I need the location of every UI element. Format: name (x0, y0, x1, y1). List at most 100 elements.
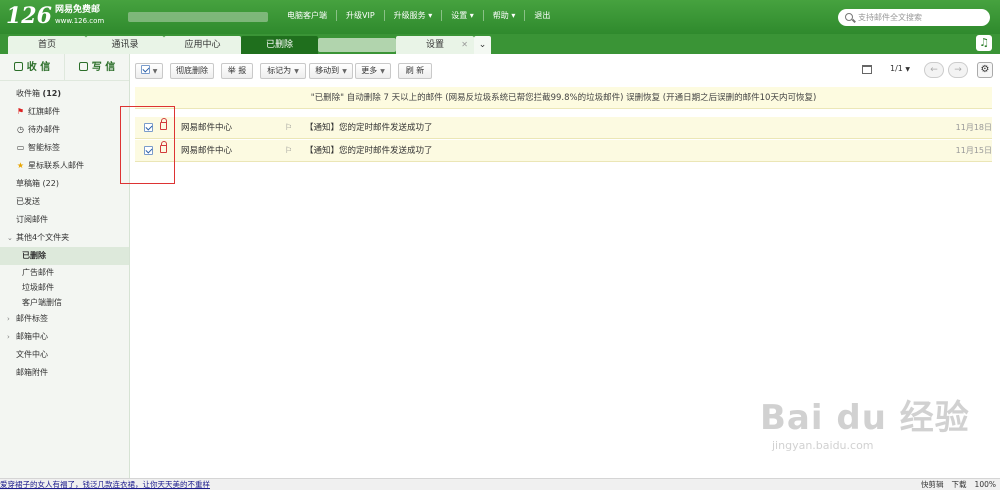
tab-bar: 首页 通讯录 应用中心 已删除 设置 ✕ ⌄ (0, 34, 1000, 54)
flag-icon[interactable]: ⚐ (285, 117, 293, 139)
prev-page-button[interactable]: ← (924, 62, 944, 78)
chevron-down-icon: ⌄ (7, 234, 13, 242)
music-icon[interactable]: ♫ (976, 35, 992, 51)
tag-icon: ▭ (16, 143, 25, 152)
sidebar-item-ads[interactable]: 广告邮件 (0, 265, 129, 280)
lock-icon (160, 118, 167, 130)
top-bar: 126 网易免费邮 www.126.com 电脑客户端 升级VIP 升级服务 ▾… (0, 0, 1000, 34)
write-icon (78, 62, 88, 71)
sidebar: 收 信 写 信 收件箱 (12) ⚑ 红旗邮件 ◷ 待办邮件 ▭ 智能标签 ★ 星标联系… (0, 54, 130, 478)
page-indicator[interactable]: 1/1 ▼ (890, 64, 910, 73)
watermark: Bai du 经验 jingyan.baidu.com (760, 390, 970, 452)
sidebar-item-file-center[interactable]: 文件中心 (0, 346, 129, 364)
logo-number: 126 (6, 3, 52, 29)
logo-name: 网易免费邮 (54, 5, 100, 15)
close-icon[interactable]: ✕ (461, 36, 468, 54)
status-bar: 爱穿裙子的女人有福了，钱泛几款连衣裙，让你天天美的不重样 快剪辑 下载 100% (0, 478, 1000, 490)
nav-upgrade-vip[interactable]: 升级VIP (337, 10, 385, 21)
chevron-down-icon: ▼ (152, 68, 158, 75)
compose-bar: 收 信 写 信 (0, 54, 129, 81)
sidebar-item-subscriptions[interactable]: 订阅邮件 (0, 211, 129, 229)
tab-app-center[interactable]: 应用中心 (164, 36, 241, 54)
blurred-tab (318, 38, 396, 52)
sidebar-item-other-folders[interactable]: ⌄ 其他4个文件夹 (0, 229, 129, 247)
sidebar-item-mail-labels[interactable]: › 邮件标签 (0, 310, 129, 328)
sidebar-item-attachments[interactable]: 邮箱附件 (0, 364, 129, 382)
sidebar-item-todo[interactable]: ◷ 待办邮件 (0, 121, 129, 139)
nav-logout[interactable]: 退出 (525, 10, 559, 21)
chevron-down-icon: ▼ (342, 68, 347, 75)
write-button[interactable]: 写 信 (65, 54, 129, 80)
chevron-down-icon: ▼ (905, 66, 911, 73)
mail-date: 11月15日 (955, 146, 992, 155)
logo-url: www.126.com (54, 17, 105, 25)
move-to-button[interactable]: 移动到 ▼ (309, 63, 353, 79)
chevron-right-icon: › (7, 333, 10, 341)
watermark-url: jingyan.baidu.com (772, 439, 874, 452)
tab-home[interactable]: 首页 (8, 36, 86, 54)
sidebar-item-client-deleted[interactable]: 客户端删信 (0, 295, 129, 310)
lock-icon (160, 141, 167, 153)
star-icon: ★ (16, 161, 25, 170)
flag-icon[interactable]: ⚐ (285, 140, 293, 162)
sidebar-item-red-flag[interactable]: ⚑ 红旗邮件 (0, 103, 129, 121)
chevron-down-icon: ⌄ (478, 40, 487, 50)
search-placeholder: 支持邮件全文搜索 (858, 13, 922, 22)
mark-as-button[interactable]: 标记为 ▼ (260, 63, 306, 79)
deleted-folder-notice: "已删除" 自动删除 7 天以上的邮件 (网易反垃圾系统已帮您拦截99.8%的垃… (135, 87, 992, 109)
sidebar-item-mailbox-center[interactable]: › 邮箱中心 (0, 328, 129, 346)
sidebar-item-starred[interactable]: ★ 星标联系人邮件 (0, 157, 129, 175)
next-page-button[interactable]: → (948, 62, 968, 78)
quick-edit-button[interactable]: 快剪辑 (921, 479, 944, 490)
more-button[interactable]: 更多 ▼ (355, 63, 391, 79)
red-flag-icon: ⚑ (16, 107, 25, 116)
nav-help[interactable]: 帮助 ▾ (484, 10, 526, 21)
permanent-delete-button[interactable]: 彻底删除 (170, 63, 214, 79)
nav-upgrade-service[interactable]: 升级服务 ▾ (385, 10, 443, 21)
receive-icon (13, 62, 23, 71)
chevron-right-icon: › (7, 315, 10, 323)
nav-desktop-client[interactable]: 电脑客户端 (278, 10, 337, 21)
mail-app: 126 网易免费邮 www.126.com 电脑客户端 升级VIP 升级服务 ▾… (0, 0, 1000, 490)
mail-subject: 【通知】您的定时邮件发送成功了 (305, 123, 433, 133)
sidebar-item-inbox[interactable]: 收件箱 (12) (0, 85, 129, 103)
select-all-dropdown[interactable]: ▼ (135, 63, 163, 79)
checkbox-icon (140, 65, 150, 74)
top-nav: 电脑客户端 升级VIP 升级服务 ▾ 设置 ▾ 帮助 ▾ 退出 (278, 10, 559, 21)
calendar-icon[interactable] (862, 65, 872, 74)
mail-sender: 网易邮件中心 (181, 123, 233, 133)
logo[interactable]: 126 网易免费邮 www.126.com (6, 4, 104, 28)
report-button[interactable]: 举 报 (221, 63, 253, 79)
search-icon (845, 13, 853, 21)
mail-row[interactable]: 网易邮件中心 ⚐ 【通知】您的定时邮件发送成功了 11月15日 (135, 140, 992, 162)
arrow-left-icon: ← (930, 65, 938, 75)
search-input[interactable]: 支持邮件全文搜索 (838, 9, 990, 26)
tab-contacts[interactable]: 通讯录 (86, 36, 164, 54)
receive-button[interactable]: 收 信 (0, 54, 65, 80)
clock-icon: ◷ (17, 125, 24, 134)
refresh-button[interactable]: 刷 新 (398, 63, 432, 79)
mail-sender: 网易邮件中心 (181, 146, 233, 156)
tab-settings[interactable]: 设置 ✕ (396, 36, 474, 54)
gear-icon[interactable]: ⚙ (977, 62, 993, 78)
tab-more-dropdown[interactable]: ⌄ (474, 36, 491, 54)
sidebar-item-sent[interactable]: 已发送 (0, 193, 129, 211)
row-checkbox[interactable] (144, 123, 153, 132)
sidebar-item-deleted[interactable]: 已删除 (0, 247, 129, 265)
ad-link[interactable]: 爱穿裙子的女人有福了，钱泛几款连衣裙，让你天天美的不重样 (0, 479, 210, 490)
arrow-right-icon: → (954, 65, 962, 75)
watermark-logo: Bai du 经验 (760, 398, 970, 438)
sidebar-item-drafts[interactable]: 草稿箱 (22) (0, 175, 129, 193)
zoom-level[interactable]: 100% (975, 479, 996, 490)
mail-row[interactable]: 网易邮件中心 ⚐ 【通知】您的定时邮件发送成功了 11月18日 (135, 117, 992, 139)
sidebar-item-spam[interactable]: 垃圾邮件 (0, 280, 129, 295)
mail-date: 11月18日 (955, 123, 992, 132)
tab-deleted[interactable]: 已删除 (241, 36, 318, 54)
row-checkbox[interactable] (144, 146, 153, 155)
chevron-down-icon: ▼ (294, 68, 299, 75)
download-button[interactable]: 下载 (952, 479, 967, 490)
sidebar-item-smart-tag[interactable]: ▭ 智能标签 (0, 139, 129, 157)
blurred-account (128, 12, 268, 22)
nav-settings[interactable]: 设置 ▾ (442, 10, 484, 21)
chevron-down-icon: ▼ (380, 68, 385, 75)
